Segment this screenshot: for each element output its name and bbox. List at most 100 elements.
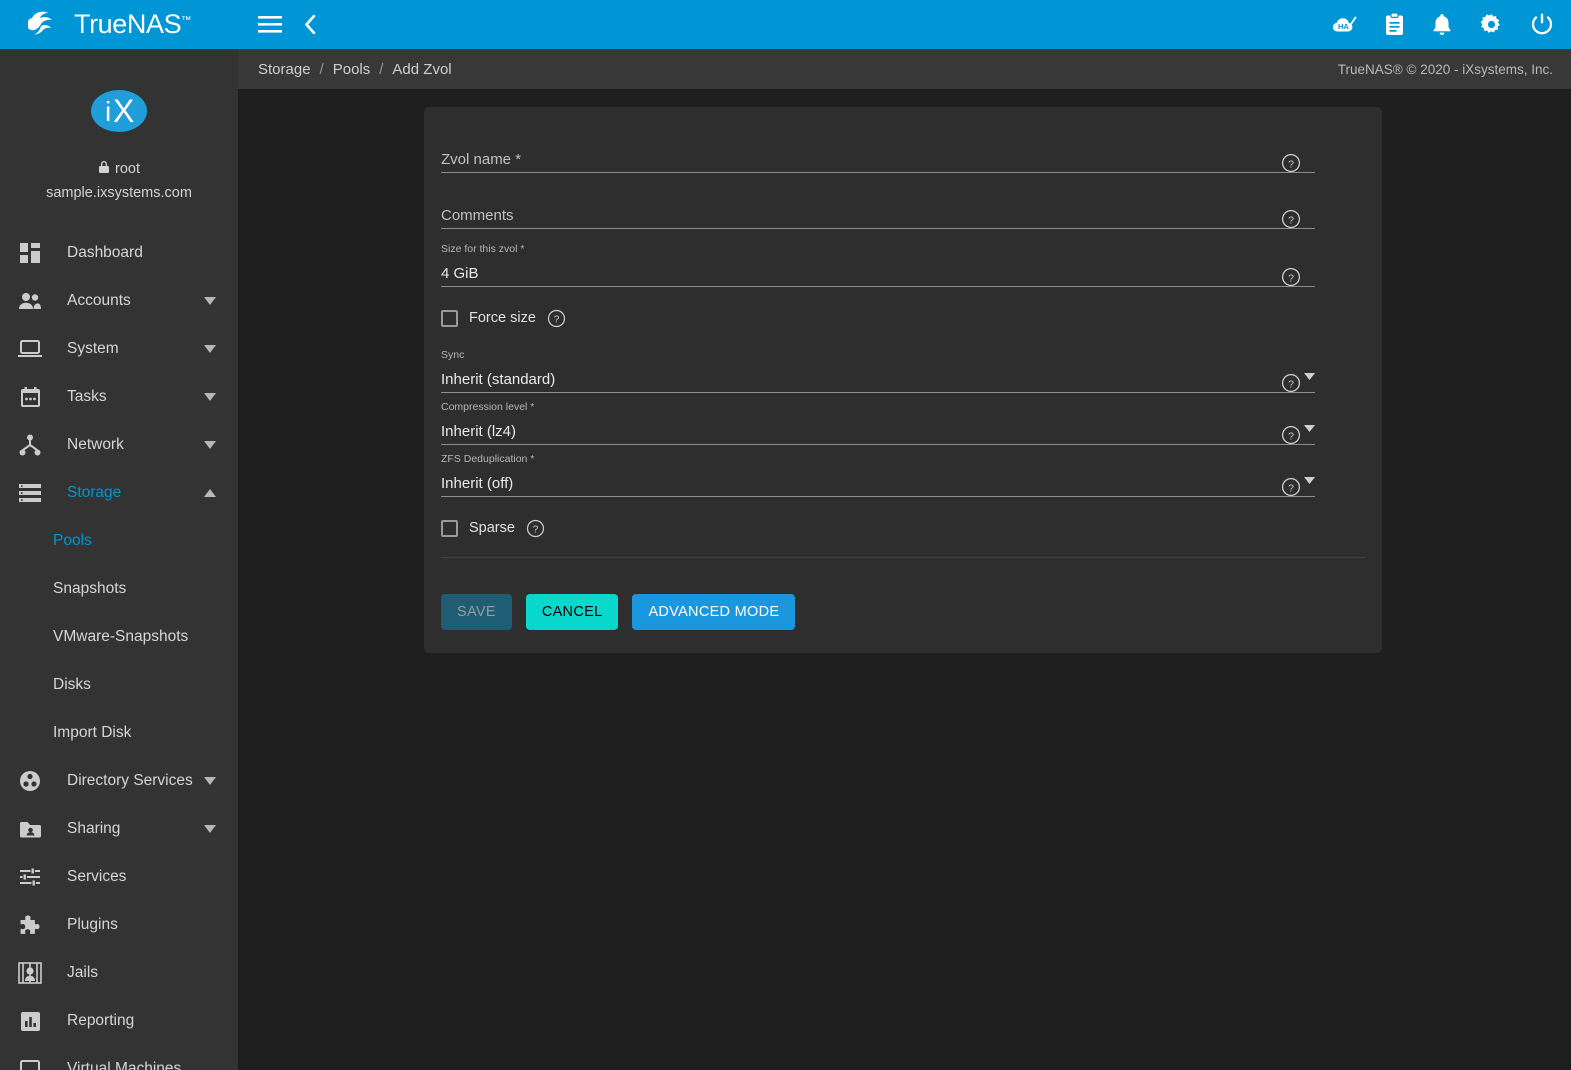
save-button[interactable]: SAVE bbox=[441, 594, 512, 630]
plugins-icon bbox=[14, 914, 46, 936]
sidebar-item-label: Virtual Machines bbox=[67, 1060, 238, 1070]
sidebar-item-import-disk[interactable]: Import Disk bbox=[0, 709, 238, 757]
sidebar-item-system[interactable]: System bbox=[0, 325, 238, 373]
sidebar-item-tasks[interactable]: Tasks bbox=[0, 373, 238, 421]
sidebar-item-plugins[interactable]: Plugins bbox=[0, 901, 238, 949]
force-size-checkbox[interactable] bbox=[441, 310, 458, 327]
svg-text:?: ? bbox=[1288, 430, 1294, 442]
form-body: Zvol name * ? bbox=[424, 107, 1382, 574]
sidebar-item-label: Accounts bbox=[67, 292, 204, 310]
truenas-logo-icon bbox=[28, 10, 62, 40]
back-chevron-icon[interactable] bbox=[304, 15, 316, 34]
chevron-up-icon[interactable] bbox=[204, 484, 216, 502]
help-icon[interactable]: ? bbox=[1281, 373, 1301, 393]
storage-icon bbox=[14, 484, 46, 502]
help-icon[interactable]: ? bbox=[1281, 425, 1301, 445]
help-icon[interactable]: ? bbox=[547, 309, 566, 328]
help-icon[interactable]: ? bbox=[1281, 209, 1301, 229]
breadcrumb-separator: / bbox=[320, 61, 324, 78]
hostname-label: sample.ixsystems.com bbox=[0, 185, 238, 201]
field-zvol-name: Zvol name * ? bbox=[441, 129, 1365, 173]
help-icon[interactable]: ? bbox=[1281, 153, 1301, 173]
sidebar-subitem-label: Disks bbox=[53, 676, 91, 694]
sparse-checkbox[interactable] bbox=[441, 520, 458, 537]
svg-text:i: i bbox=[105, 96, 111, 127]
compression-level-select[interactable]: Inherit (lz4) bbox=[441, 413, 1315, 445]
power-icon[interactable] bbox=[1531, 13, 1553, 36]
settings-gear-icon[interactable] bbox=[1480, 13, 1503, 36]
zfs-deduplication-value: Inherit (off) bbox=[441, 475, 513, 492]
breadcrumb: Storage / Pools / Add Zvol bbox=[258, 61, 452, 78]
system-icon bbox=[14, 340, 46, 358]
chevron-down-icon[interactable] bbox=[204, 292, 216, 310]
help-icon[interactable]: ? bbox=[1281, 267, 1301, 287]
svg-text:?: ? bbox=[1288, 378, 1294, 390]
chevron-down-icon[interactable] bbox=[204, 436, 216, 454]
sidebar-item-label: Services bbox=[67, 868, 238, 886]
sidebar-item-accounts[interactable]: Accounts bbox=[0, 277, 238, 325]
zvol-name-input[interactable]: Zvol name * bbox=[441, 143, 1315, 173]
dashboard-icon bbox=[14, 242, 46, 264]
sidebar-item-sharing[interactable]: Sharing bbox=[0, 805, 238, 853]
force-size-label: Force size bbox=[469, 310, 536, 326]
ix-identity-block: i X root sample.ixsystems.com bbox=[0, 49, 238, 201]
sidebar-item-snapshots[interactable]: Snapshots bbox=[0, 565, 238, 613]
sync-select[interactable]: Inherit (standard) bbox=[441, 361, 1315, 393]
sidebar-item-reporting[interactable]: Reporting bbox=[0, 997, 238, 1045]
sidebar-item-storage[interactable]: Storage bbox=[0, 469, 238, 517]
sidebar-item-dashboard[interactable]: Dashboard bbox=[0, 229, 238, 277]
sidebar-item-directory-services[interactable]: Directory Services bbox=[0, 757, 238, 805]
sidebar-item-disks[interactable]: Disks bbox=[0, 661, 238, 709]
tasks-clipboard-icon[interactable] bbox=[1385, 13, 1404, 36]
compression-level-label: Compression level * bbox=[441, 401, 534, 413]
brand-trademark: ™ bbox=[181, 15, 191, 26]
sidebar-item-services[interactable]: Services bbox=[0, 853, 238, 901]
accounts-icon bbox=[14, 291, 46, 311]
sparse-label: Sparse bbox=[469, 520, 515, 536]
form-actions: SAVE CANCEL ADVANCED MODE bbox=[424, 574, 1382, 653]
app-root: TrueNAS™ i X root sample.ixsystems.com bbox=[0, 0, 1571, 1070]
sidebar-item-vmware-snapshots[interactable]: VMware-Snapshots bbox=[0, 613, 238, 661]
svg-text:?: ? bbox=[1288, 482, 1294, 494]
sidebar-item-network[interactable]: Network bbox=[0, 421, 238, 469]
advanced-mode-button[interactable]: ADVANCED MODE bbox=[632, 594, 795, 630]
topbar: HA bbox=[238, 0, 1571, 49]
sidebar-subitem-label: Snapshots bbox=[53, 580, 126, 598]
breadcrumb-item-pools[interactable]: Pools bbox=[333, 61, 371, 78]
force-size-row: Force size ? bbox=[441, 307, 1365, 329]
sync-value: Inherit (standard) bbox=[441, 371, 555, 388]
directory-services-icon bbox=[14, 770, 46, 792]
svg-text:?: ? bbox=[533, 524, 539, 535]
sidebar-item-label: Plugins bbox=[67, 916, 238, 934]
chevron-down-icon[interactable] bbox=[204, 340, 216, 358]
chevron-down-icon[interactable] bbox=[204, 820, 216, 838]
sidebar-item-label: Jails bbox=[67, 964, 238, 982]
menu-icon[interactable] bbox=[258, 16, 282, 33]
help-icon[interactable]: ? bbox=[1281, 477, 1301, 497]
help-icon[interactable]: ? bbox=[526, 519, 545, 538]
sidebar-item-jails[interactable]: Jails bbox=[0, 949, 238, 997]
chevron-down-icon[interactable] bbox=[204, 772, 216, 790]
sidebar-item-label: Network bbox=[67, 436, 204, 454]
logged-in-user: root bbox=[0, 160, 238, 178]
sidebar: TrueNAS™ i X root sample.ixsystems.com bbox=[0, 0, 238, 1070]
add-zvol-form-card: Zvol name * ? bbox=[424, 107, 1382, 653]
svg-text:?: ? bbox=[1288, 214, 1294, 226]
chevron-down-icon[interactable] bbox=[204, 388, 216, 406]
virtual-machines-icon bbox=[14, 1060, 46, 1070]
zfs-deduplication-select[interactable]: Inherit (off) bbox=[441, 465, 1315, 497]
sidebar-item-pools[interactable]: Pools bbox=[0, 517, 238, 565]
notifications-bell-icon[interactable] bbox=[1432, 13, 1452, 36]
comments-input[interactable]: Comments bbox=[441, 199, 1315, 229]
size-for-this-zvol-input[interactable]: 4 GiB bbox=[441, 255, 1315, 287]
sidebar-item-virtual-machines[interactable]: Virtual Machines bbox=[0, 1045, 238, 1070]
ha-status-icon[interactable]: HA bbox=[1331, 14, 1357, 36]
cancel-button[interactable]: CANCEL bbox=[526, 594, 619, 630]
size-for-this-zvol-label: Size for this zvol * bbox=[441, 243, 524, 255]
breadcrumb-item-storage[interactable]: Storage bbox=[258, 61, 311, 78]
field-size-for-this-zvol: Size for this zvol * 4 GiB ? bbox=[441, 241, 1365, 287]
zvol-name-placeholder: Zvol name * bbox=[441, 151, 521, 168]
reporting-icon bbox=[14, 1011, 46, 1032]
sidebar-item-label: Sharing bbox=[67, 820, 204, 838]
zfs-deduplication-label: ZFS Deduplication * bbox=[441, 453, 534, 465]
